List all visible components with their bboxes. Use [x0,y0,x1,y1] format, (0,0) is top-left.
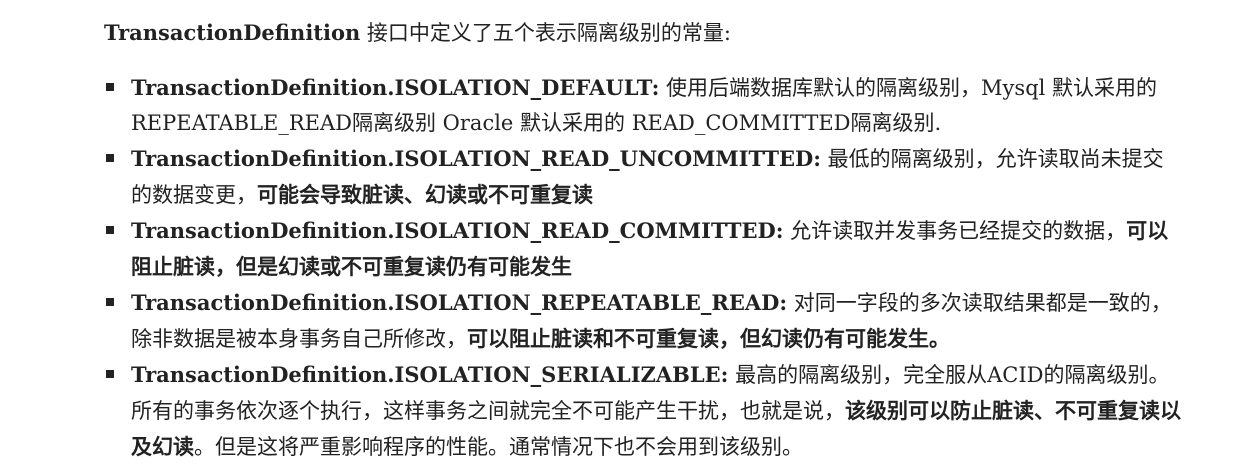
intro-paragraph: TransactionDefinition 接口中定义了五个表示隔离级别的常量: [104,16,1181,50]
item-emphasis: 可能会导致脏读、幻读或不可重复读 [257,182,593,207]
list-item-isolation-default: TransactionDefinition.ISOLATION_DEFAULT:… [104,70,1181,141]
list-item-read-uncommitted: TransactionDefinition.ISOLATION_READ_UNC… [104,141,1181,213]
square-bullet-icon [106,154,114,162]
square-bullet-icon [106,370,114,378]
interface-name: TransactionDefinition [104,20,361,45]
item-description-tail: 。但是这将严重影响程序的性能。通常情况下也不会用到该级别。 [194,435,803,459]
square-bullet-icon [106,298,114,306]
constant-name: TransactionDefinition.ISOLATION_SERIALIZ… [131,362,729,387]
item-description: 允许读取并发事务已经提交的数据， [783,219,1127,243]
document-page: TransactionDefinition 接口中定义了五个表示隔离级别的常量:… [0,0,1251,463]
item-emphasis: 可以阻止脏读和不可重复读，但幻读仍有可能发生。 [467,326,950,351]
list-item-repeatable-read: TransactionDefinition.ISOLATION_REPEATAB… [104,285,1181,357]
square-bullet-icon [106,226,114,234]
constant-name: TransactionDefinition.ISOLATION_REPEATAB… [131,290,788,315]
list-item-read-committed: TransactionDefinition.ISOLATION_READ_COM… [104,213,1181,285]
constant-name: TransactionDefinition.ISOLATION_READ_COM… [131,218,784,243]
constant-name: TransactionDefinition.ISOLATION_DEFAULT: [131,75,660,100]
constant-name: TransactionDefinition.ISOLATION_READ_UNC… [131,146,821,171]
intro-text: 接口中定义了五个表示隔离级别的常量: [360,21,731,45]
isolation-level-list: TransactionDefinition.ISOLATION_DEFAULT:… [104,70,1181,465]
square-bullet-icon [106,83,114,91]
list-item-serializable: TransactionDefinition.ISOLATION_SERIALIZ… [104,357,1181,465]
